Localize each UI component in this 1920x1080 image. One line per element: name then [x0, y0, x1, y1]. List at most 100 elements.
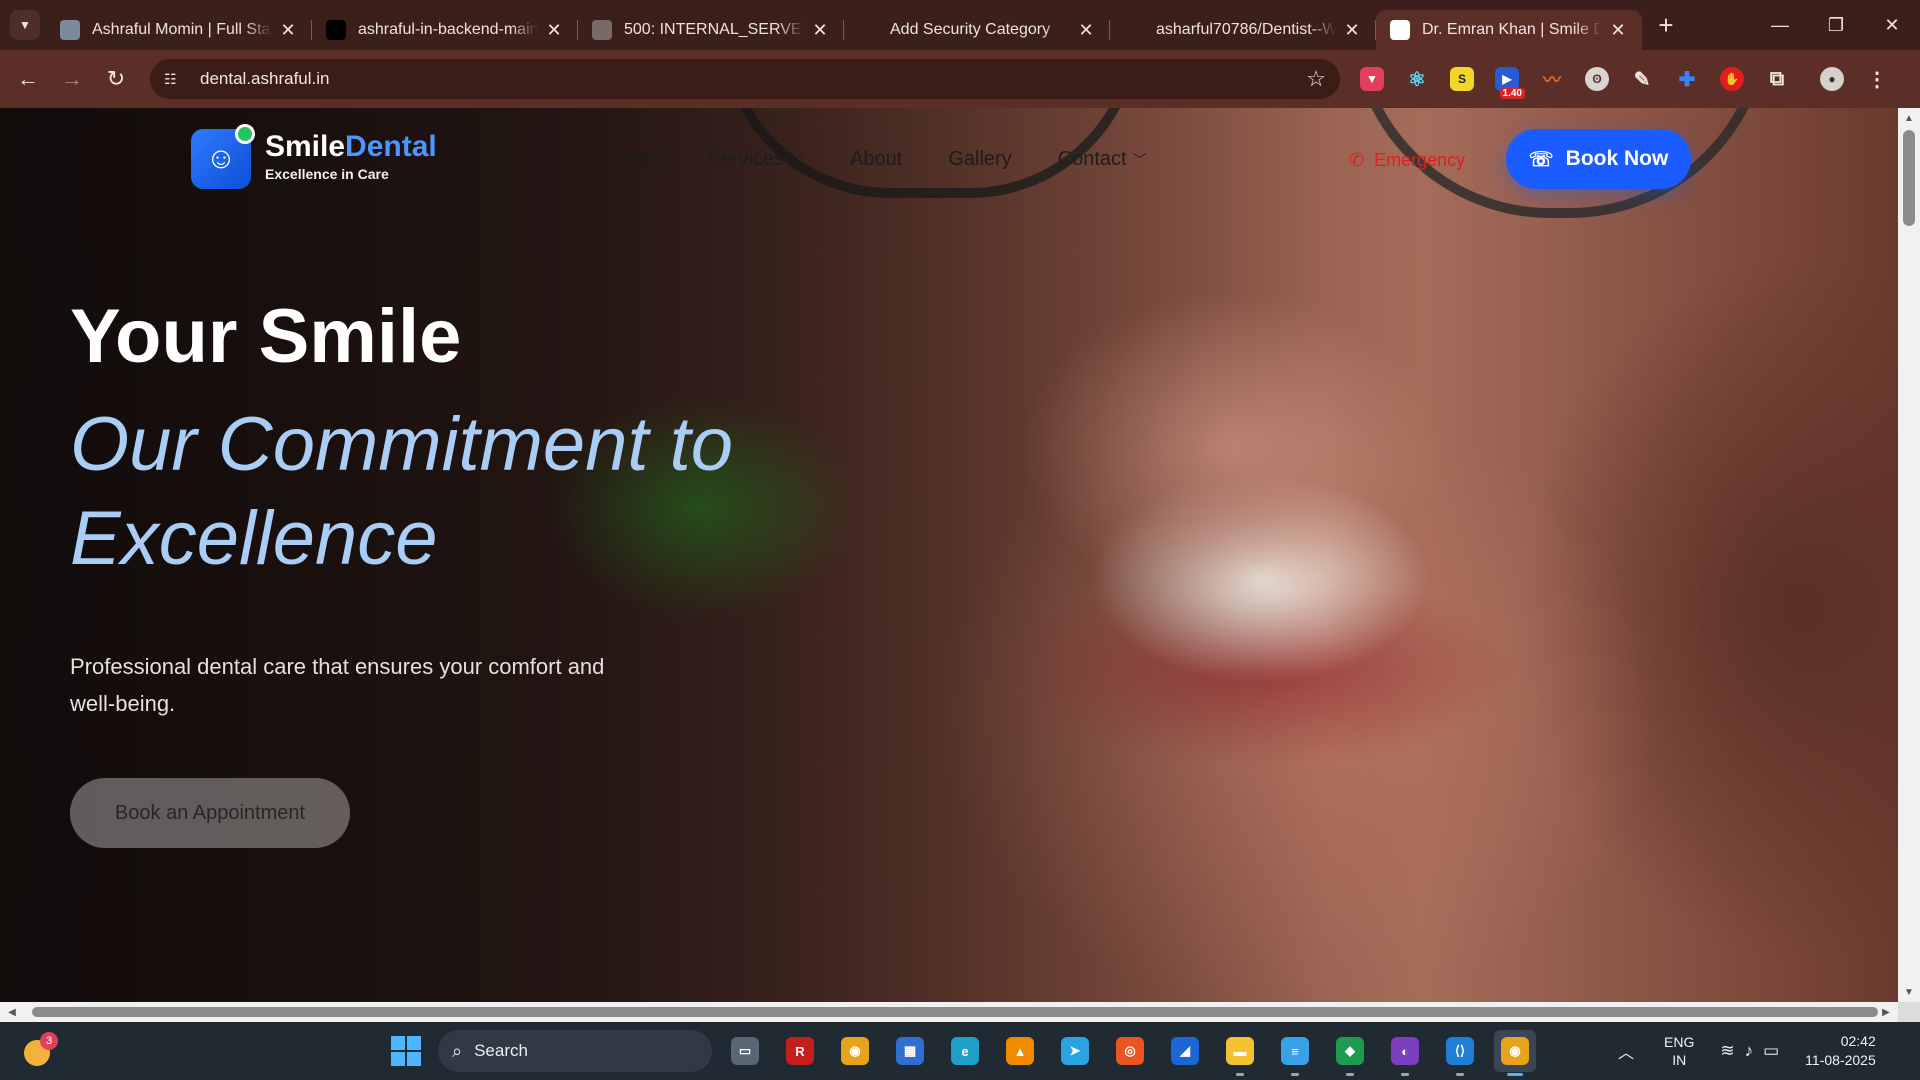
arrow-left-icon: ←: [17, 66, 39, 91]
taskbar-app[interactable]: ▲: [999, 1030, 1041, 1072]
nav-label: Home: [608, 148, 662, 170]
site-logo[interactable]: SmileDental Excellence in Care: [265, 130, 437, 182]
close-icon[interactable]: ✕: [1342, 20, 1362, 40]
chevron-down-icon: ﹀: [790, 151, 805, 168]
taskbar-app[interactable]: e: [944, 1030, 986, 1072]
browser-tab-strip: ▼ Ashraful Momin | Full Stack ✕ ashraful-i…: [0, 0, 1920, 50]
scroll-down-icon[interactable]: ▼: [1898, 984, 1920, 1000]
tab-search-button[interactable]: ▼: [10, 10, 40, 40]
taskbar-app[interactable]: ◎: [1109, 1030, 1151, 1072]
back-button[interactable]: ←: [6, 59, 50, 99]
nav-home[interactable]: Home: [608, 148, 661, 171]
close-icon[interactable]: ✕: [810, 20, 830, 40]
extensions-menu-button[interactable]: ⧉: [1757, 59, 1797, 99]
video-speed-extension[interactable]: ▶ 1.40: [1487, 59, 1527, 99]
nav-label: Contact: [1057, 148, 1127, 170]
avatar: ●: [1820, 67, 1844, 91]
language-indicator[interactable]: ENG IN: [1664, 1033, 1694, 1069]
nav-label: Gallery: [948, 148, 1012, 170]
close-icon[interactable]: ✕: [1076, 20, 1096, 40]
url-text[interactable]: dental.ashraful.in: [200, 69, 1306, 89]
bookmark-star-icon[interactable]: ☆: [1306, 66, 1326, 92]
windows-logo-icon: [391, 1036, 405, 1050]
browser-tab[interactable]: Add Security Category ✕: [844, 10, 1110, 50]
close-window-button[interactable]: ✕: [1864, 0, 1920, 50]
taskbar-search[interactable]: ⌕ Search: [438, 1030, 712, 1072]
start-button[interactable]: [391, 1036, 421, 1066]
browser-tab[interactable]: Dr. Emran Khan | Smile Der ✕: [1376, 10, 1642, 50]
new-tab-button[interactable]: +: [1648, 7, 1684, 43]
taskbar-app[interactable]: ▦: [889, 1030, 931, 1072]
chrome-profile-icon: ◉: [1501, 1037, 1529, 1065]
minimize-button[interactable]: —: [1752, 0, 1808, 50]
profile-button[interactable]: ●: [1812, 59, 1852, 99]
emergency-link[interactable]: ✆ Emergency: [1349, 150, 1465, 171]
browser-tab[interactable]: asharful70786/Dentist--We ✕: [1110, 10, 1376, 50]
browser-tab[interactable]: Ashraful Momin | Full Stack ✕: [46, 10, 312, 50]
browser-toolbar: ← → ↻ ☷ dental.ashraful.in ☆ ▼ ⚛ S ▶ 1.4…: [0, 50, 1920, 108]
close-icon[interactable]: ✕: [1608, 20, 1628, 40]
taskbar-app[interactable]: ◉: [1494, 1030, 1536, 1076]
scroll-right-icon[interactable]: ▶: [1876, 1002, 1896, 1022]
microsoft-store-icon: ▦: [896, 1037, 924, 1065]
puzzle-icon: ⧉: [1769, 67, 1785, 90]
forward-button[interactable]: →: [50, 59, 94, 99]
close-icon: ✕: [1884, 14, 1900, 35]
scroll-up-icon[interactable]: ▲: [1898, 110, 1920, 126]
taskbar-app[interactable]: ▭: [724, 1030, 766, 1072]
book-now-button[interactable]: ☏ Book Now: [1506, 129, 1691, 189]
nav-gallery[interactable]: Gallery: [948, 148, 1011, 171]
taskbar-app[interactable]: ≡: [1274, 1030, 1316, 1076]
emergency-label: Emergency: [1374, 150, 1466, 170]
taskbar-app[interactable]: ◐: [1384, 1030, 1426, 1076]
openai-icon: [858, 20, 878, 40]
reload-button[interactable]: ↻: [94, 59, 138, 99]
horizontal-scrollbar[interactable]: ◀ ▶: [0, 1002, 1898, 1022]
network-volume-battery-icons[interactable]: ≋♪▭: [1720, 1041, 1789, 1061]
s-extension[interactable]: S: [1442, 59, 1482, 99]
nav-services[interactable]: Services ﹀: [707, 148, 804, 171]
clock-time: 02:42: [1840, 1033, 1876, 1049]
r-app-icon: R: [786, 1037, 814, 1065]
pocket-extension[interactable]: ▼: [1352, 59, 1392, 99]
puzzle-blue-icon: ✚: [1678, 68, 1696, 91]
kebab-menu-icon: ⋮: [1867, 68, 1887, 91]
taskbar-app[interactable]: ➤: [1054, 1030, 1096, 1072]
close-icon[interactable]: ✕: [544, 20, 564, 40]
weather-widget[interactable]: 3: [22, 1032, 58, 1068]
vertical-scroll-thumb[interactable]: [1903, 130, 1915, 226]
clock[interactable]: 02:42 11-08-2025: [1805, 1032, 1876, 1070]
signature-extension[interactable]: 〰: [1532, 59, 1572, 99]
nav-contact[interactable]: Contact ﹀: [1058, 148, 1147, 171]
tab-title: Add Security Category: [890, 21, 1051, 38]
horizontal-scroll-thumb[interactable]: [32, 1007, 1878, 1017]
mask-icon: ʘ: [1585, 67, 1609, 91]
globe-icon: [592, 20, 612, 40]
chevron-down-icon: ﹀: [1132, 151, 1147, 168]
scroll-left-icon[interactable]: ◀: [2, 1002, 22, 1022]
logo-name-part1: Smile: [265, 130, 346, 163]
vertical-scrollbar[interactable]: ▲ ▼: [1898, 108, 1920, 1002]
react-devtools-extension[interactable]: ⚛: [1397, 59, 1437, 99]
taskbar-app[interactable]: ⟨⟩: [1439, 1030, 1481, 1076]
puzzle-extension[interactable]: ✚: [1667, 59, 1707, 99]
taskbar-app[interactable]: ▬: [1219, 1030, 1261, 1076]
ubuntu-icon: ◎: [1116, 1037, 1144, 1065]
restore-button[interactable]: ❐: [1808, 0, 1864, 50]
book-appointment-button[interactable]: Book an Appointment: [70, 778, 350, 848]
site-settings-icon[interactable]: ☷: [164, 71, 188, 88]
browser-menu-button[interactable]: ⋮: [1857, 59, 1897, 99]
nav-about[interactable]: About: [850, 148, 902, 171]
taskbar-app[interactable]: ◢: [1164, 1030, 1206, 1072]
browser-tab[interactable]: ashraful-in-backend-main ✕: [312, 10, 578, 50]
red-extension[interactable]: ✋: [1712, 59, 1752, 99]
mask-extension[interactable]: ʘ: [1577, 59, 1617, 99]
taskbar-app[interactable]: ◉: [834, 1030, 876, 1072]
close-icon[interactable]: ✕: [278, 20, 298, 40]
taskbar-app[interactable]: R: [779, 1030, 821, 1072]
browser-tab[interactable]: 500: INTERNAL_SERVER_ER ✕: [578, 10, 844, 50]
taskbar-app[interactable]: ◆: [1329, 1030, 1371, 1076]
tray-overflow-chevron-icon[interactable]: ︿: [1618, 1039, 1634, 1063]
address-bar[interactable]: ☷ dental.ashraful.in ☆: [150, 59, 1340, 99]
color-picker-extension[interactable]: ✎: [1622, 59, 1662, 99]
